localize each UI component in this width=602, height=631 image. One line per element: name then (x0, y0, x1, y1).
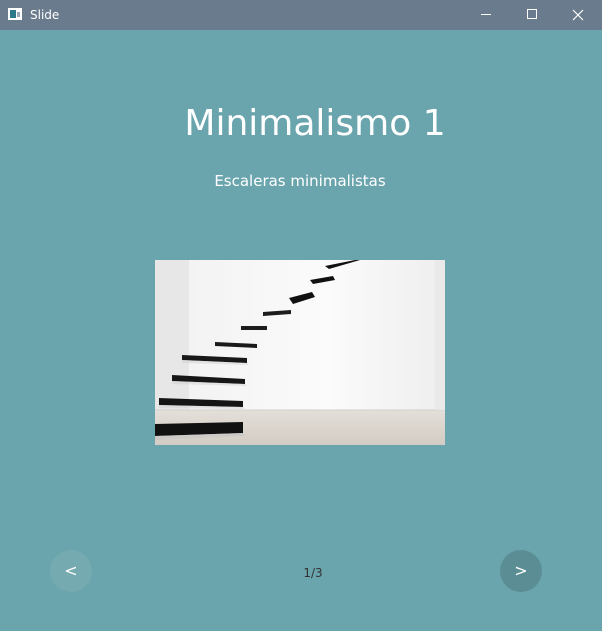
window-title: Slide (30, 8, 60, 22)
next-slide-button[interactable]: > (500, 550, 542, 592)
maximize-icon (527, 9, 537, 19)
app-window: Slide Minimalismo 1 Escaleras minimalist… (0, 0, 602, 631)
slide-title: Minimalismo 1 (184, 103, 446, 144)
previous-slide-button[interactable]: < (50, 550, 92, 592)
slide-subtitle: Escaleras minimalistas (214, 172, 386, 190)
page-indicator: 1/3 (303, 566, 323, 580)
close-icon (572, 9, 584, 21)
minimize-icon (481, 14, 491, 15)
minimize-button[interactable] (463, 0, 509, 30)
close-button[interactable] (555, 0, 601, 30)
app-icon (8, 8, 22, 20)
title-bar[interactable]: Slide (0, 0, 602, 30)
maximize-button[interactable] (509, 0, 555, 30)
slide-image (155, 260, 445, 445)
floating-staircase-photo (155, 260, 445, 445)
